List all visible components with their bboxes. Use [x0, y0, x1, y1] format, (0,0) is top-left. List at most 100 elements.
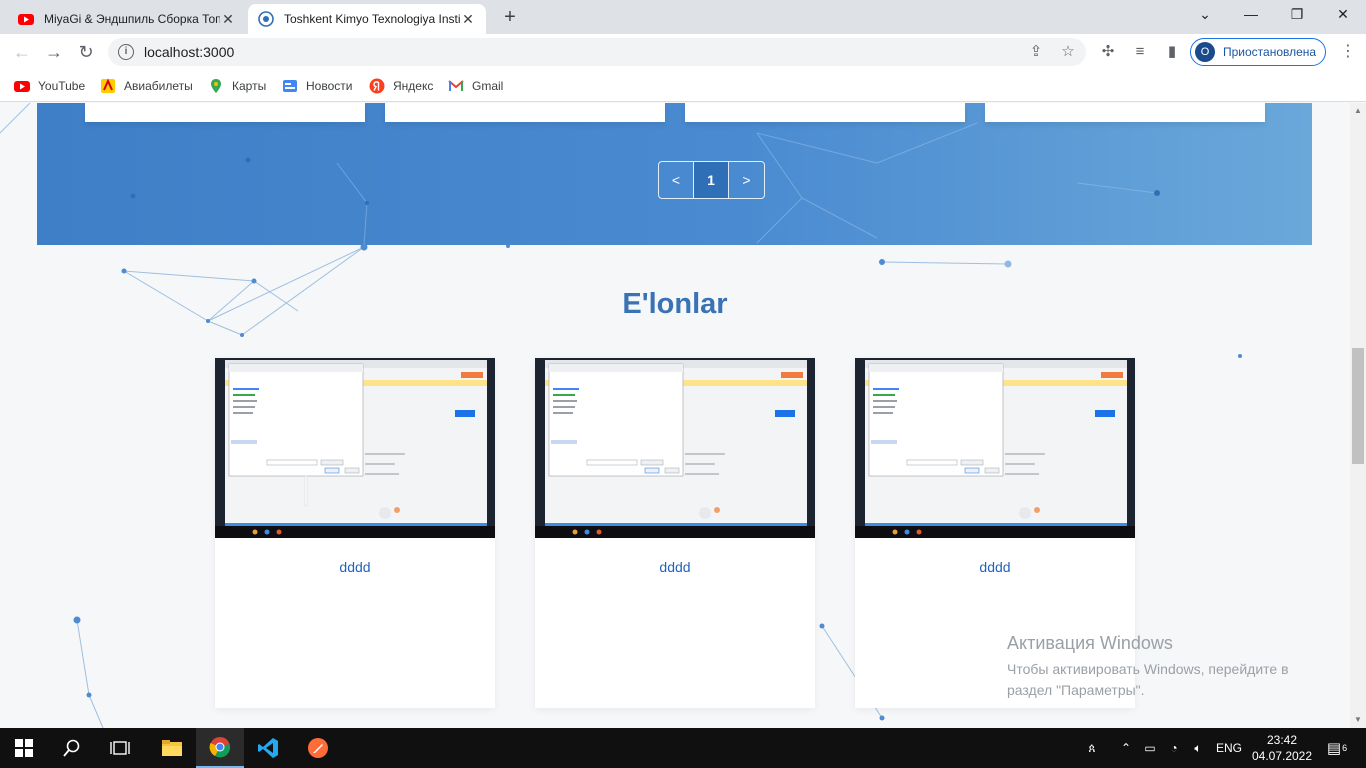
side-panel-icon[interactable]: ▮	[1162, 42, 1182, 62]
windows-activation-watermark: Активация Windows Чтобы активировать Win…	[1007, 633, 1289, 701]
yandex-icon	[369, 78, 385, 94]
site-info-icon[interactable]: i	[118, 44, 134, 60]
close-window-button[interactable]: ✕	[1320, 0, 1366, 30]
close-tab-icon[interactable]: ✕	[220, 11, 236, 28]
taskbar-chrome[interactable]	[196, 728, 244, 768]
url-text: localhost:3000	[144, 44, 235, 60]
bookmark-star-icon[interactable]: ☆	[1058, 42, 1078, 62]
clock-date: 04.07.2022	[1251, 749, 1313, 763]
address-bar[interactable]: i localhost:3000 ⇪ ☆	[108, 38, 1086, 66]
language-indicator[interactable]: ENG	[1212, 728, 1246, 768]
announcement-image[interactable]	[535, 358, 815, 538]
vscode-icon	[258, 738, 278, 758]
folder-icon	[162, 740, 182, 756]
news-icon	[283, 80, 297, 92]
new-tab-button[interactable]: +	[498, 6, 522, 30]
youtube-icon	[18, 14, 34, 25]
pagination-prev-button[interactable]: <	[659, 162, 694, 198]
taskbar-clock[interactable]: 23:42 04.07.2022	[1250, 732, 1314, 764]
bookmark-yandex[interactable]: Яндекс	[369, 76, 433, 96]
start-button[interactable]	[0, 728, 48, 768]
minimize-button[interactable]: —	[1228, 0, 1274, 30]
tab-search-icon[interactable]: ⌄	[1182, 0, 1228, 30]
scrollbar-thumb[interactable]	[1352, 348, 1364, 464]
scroll-up-arrow-icon[interactable]: ▲	[1350, 103, 1366, 119]
bookmark-label: Яндекс	[393, 79, 434, 93]
close-tab-icon[interactable]: ✕	[460, 11, 476, 28]
news-card[interactable]	[685, 103, 965, 122]
search-button[interactable]	[48, 728, 96, 768]
media-control-icon[interactable]: ≡	[1130, 42, 1150, 62]
announcement-card[interactable]: dddd	[535, 358, 815, 708]
bookmark-flights[interactable]: Авиабилеты	[100, 76, 193, 96]
screenshot-thumbnail	[535, 358, 815, 538]
news-card[interactable]	[985, 103, 1265, 122]
notifications-button[interactable]: ▤ 6	[1322, 728, 1352, 768]
announcement-image[interactable]	[855, 358, 1135, 538]
clock-time: 23:42	[1266, 733, 1298, 747]
extensions-icon[interactable]: ✣	[1098, 42, 1118, 62]
bookmark-news[interactable]: Новости	[282, 76, 352, 96]
share-icon[interactable]: ⇪	[1026, 42, 1046, 62]
bookmark-label: Карты	[232, 79, 267, 93]
screenshot-thumbnail	[215, 358, 495, 538]
profile-status: Приостановлена	[1223, 45, 1317, 59]
news-section-banner: < 1 >	[37, 103, 1312, 245]
pagination: < 1 >	[658, 161, 765, 199]
news-card[interactable]	[385, 103, 665, 122]
chrome-icon	[209, 737, 231, 758]
bookmark-youtube[interactable]: YouTube	[14, 76, 85, 96]
task-view-icon	[110, 741, 130, 755]
announcement-title[interactable]: dddd	[215, 559, 495, 575]
notification-icon: ▤	[1326, 740, 1342, 757]
tab-strip: MiyaGi & Эндшпиль Сборка Топ ✕ Toshkent …	[0, 0, 1366, 34]
bookmark-gmail[interactable]: Gmail	[448, 76, 503, 96]
browser-toolbar: ← → ↻ i localhost:3000 ⇪ ☆ ✣ ≡ ▮ О Приос…	[0, 34, 1366, 70]
browser-menu-icon[interactable]: ⋮	[1340, 42, 1356, 62]
restore-button[interactable]: ❐	[1274, 0, 1320, 30]
bookmark-label: Gmail	[472, 79, 504, 93]
tab-youtube[interactable]: MiyaGi & Эндшпиль Сборка Топ ✕	[8, 4, 246, 34]
maps-icon	[211, 79, 221, 93]
search-icon	[63, 739, 80, 757]
pagination-next-button[interactable]: >	[729, 162, 764, 198]
watermark-line: раздел "Параметры".	[1007, 682, 1145, 698]
wifi-icon[interactable]: ◔	[1164, 728, 1184, 768]
tab-current[interactable]: Toshkent Kimyo Texnologiya Insti ✕	[248, 4, 486, 34]
battery-icon[interactable]: ▭	[1140, 728, 1160, 768]
announcement-card[interactable]: dddd	[215, 358, 495, 708]
reload-icon[interactable]: ↻	[74, 40, 98, 64]
people-icon[interactable]: ጰ	[1080, 728, 1104, 768]
postman-icon	[308, 738, 328, 758]
scroll-down-arrow-icon[interactable]: ▼	[1350, 712, 1366, 728]
avatar: О	[1195, 42, 1215, 62]
volume-icon[interactable]: 🔈︎	[1188, 728, 1208, 768]
bookmark-maps[interactable]: Карты	[208, 76, 266, 96]
windows-taskbar: ጰ ⌃ ▭ ◔ 🔈︎ ENG 23:42 04.07.2022 ▤ 6	[0, 728, 1366, 768]
task-view-button[interactable]	[96, 728, 144, 768]
watermark-line: Чтобы активировать Windows, перейдите в	[1007, 661, 1289, 677]
announcement-image[interactable]	[215, 358, 495, 538]
tray-expand-icon[interactable]: ⌃	[1116, 728, 1136, 768]
notification-count: 6	[1342, 743, 1348, 753]
windows-logo-icon	[15, 739, 33, 757]
announcement-title[interactable]: dddd	[535, 559, 815, 575]
flights-icon	[101, 78, 115, 93]
bookmark-label: Новости	[306, 79, 353, 93]
announcement-title[interactable]: dddd	[855, 559, 1135, 575]
bookmark-label: YouTube	[38, 79, 86, 93]
screenshot-thumbnail	[855, 358, 1135, 538]
gmail-icon	[448, 80, 464, 91]
tab-title: Toshkent Kimyo Texnologiya Insti	[284, 12, 460, 26]
back-icon[interactable]: ←	[10, 40, 34, 64]
forward-icon[interactable]: →	[42, 40, 66, 64]
section-title: E'lonlar	[622, 288, 728, 320]
taskbar-file-explorer[interactable]	[148, 728, 196, 768]
pagination-page-1[interactable]: 1	[694, 162, 729, 198]
taskbar-vscode[interactable]	[244, 728, 292, 768]
page-viewport: < 1 > E'lonlar dddd dddd dddd Активация …	[0, 103, 1350, 728]
tab-title: MiyaGi & Эндшпиль Сборка Топ	[44, 12, 220, 26]
news-card[interactable]	[85, 103, 365, 122]
profile-button[interactable]: О Приостановлена	[1190, 38, 1326, 66]
taskbar-postman[interactable]	[294, 728, 342, 768]
